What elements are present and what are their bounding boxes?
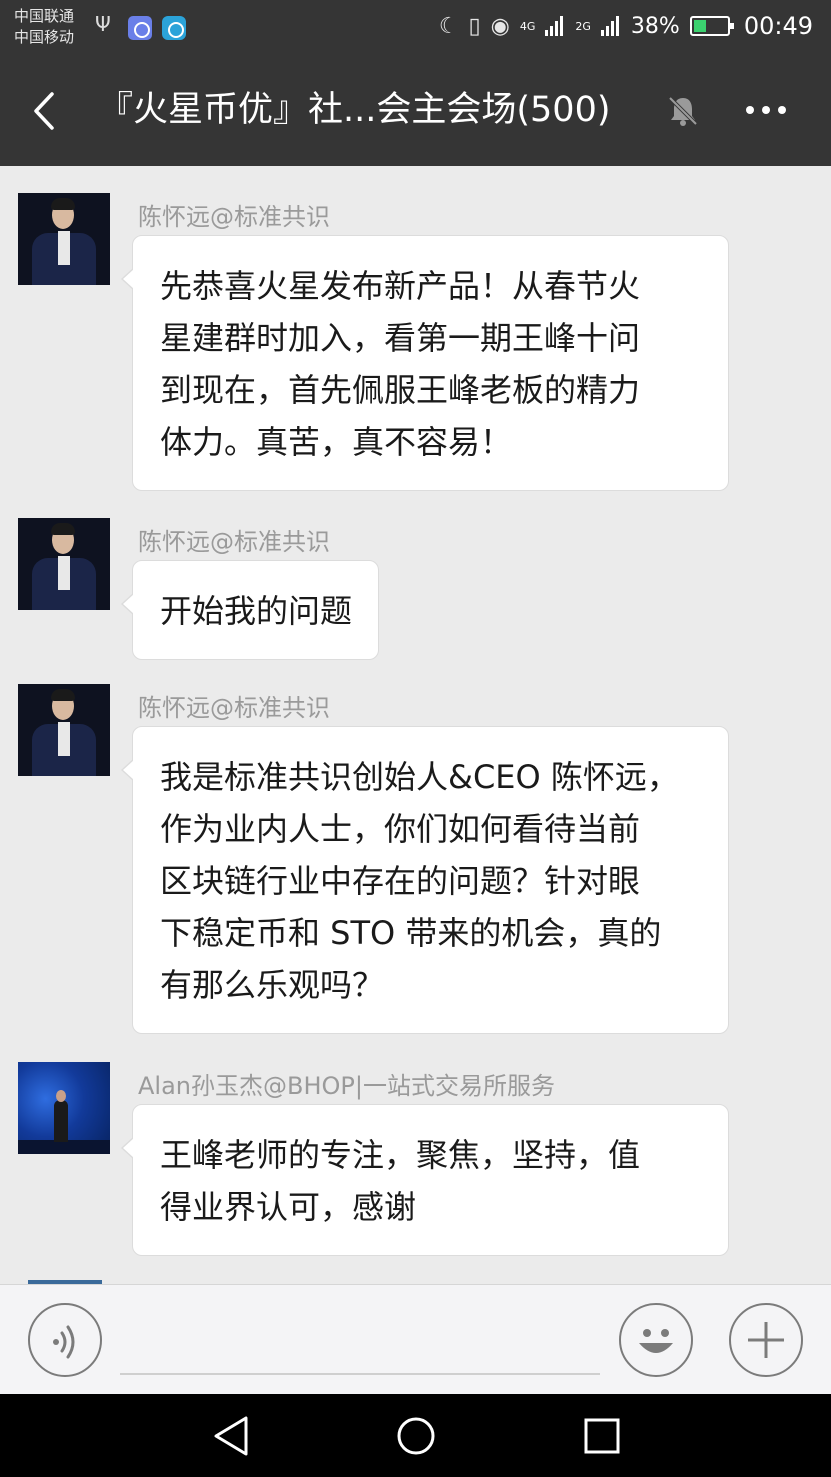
message-line: 下稳定币和 STO 带来的机会，真的 [160, 914, 662, 952]
more-functions-button[interactable] [729, 1303, 803, 1377]
message-bubble[interactable]: 先恭喜火星发布新产品！从春节火 星建群时加入，看第一期王峰十问 到现在，首先佩服… [121, 235, 729, 491]
avatar[interactable] [18, 518, 110, 610]
status-bar: 中国联通 中国移动 Ψ ☾ ▯ ◉ 4G 2G 38% 00:49 [0, 0, 831, 56]
message-line: 有那么乐观吗？ [160, 966, 385, 1004]
moon-icon: ☾ [438, 13, 459, 39]
input-bar [0, 1284, 831, 1394]
network-2-label: 2G [575, 19, 591, 33]
message-line: 到现在，首先佩服王峰老板的精力 [160, 371, 641, 409]
status-right: ☾ ▯ ◉ 4G 2G 38% 00:49 [439, 12, 813, 40]
sender-name: 陈怀远@标准共识 [138, 694, 330, 722]
message-bubble[interactable]: 我是标准共识创始人&CEO 陈怀远， 作为业内人士，你们如何看待当前 区块链行业… [121, 726, 729, 1034]
baidu-app-icon [128, 16, 152, 40]
message-line: 王峰老师的专注，聚焦，坚持，值 [160, 1136, 641, 1174]
plus-icon [748, 1322, 784, 1358]
nav-home-icon[interactable] [396, 1414, 436, 1458]
browser-app-icon [162, 16, 186, 40]
battery-icon [689, 16, 734, 36]
sender-name: Alan孙玉杰@BHOP|一站式交易所服务 [138, 1072, 555, 1100]
back-icon[interactable] [30, 92, 58, 130]
message-line: 得业界认可，感谢 [160, 1188, 417, 1226]
message-input[interactable] [120, 1373, 600, 1375]
message-list[interactable]: 陈怀远@标准共识 先恭喜火星发布新产品！从春节火 星建群时加入，看第一期王峰十问… [0, 166, 831, 1284]
avatar[interactable] [18, 684, 110, 776]
avatar[interactable] [18, 193, 110, 285]
nav-back-icon[interactable] [212, 1414, 252, 1458]
battery-percent: 38% [630, 13, 680, 39]
sender-name: 陈怀远@标准共识 [138, 203, 330, 231]
message-line: 先恭喜火星发布新产品！从春节火 [160, 267, 641, 305]
avatar[interactable] [18, 1062, 110, 1154]
carrier-2: 中国移动 [14, 28, 75, 46]
message-line: 区块链行业中存在的问题？针对眼 [160, 862, 641, 900]
network-1-label: 4G [519, 19, 536, 33]
clock: 00:49 [743, 12, 813, 40]
mute-icon [668, 96, 698, 126]
message-bubble[interactable]: 开始我的问题 [120, 560, 380, 660]
usb-icon: Ψ [95, 12, 111, 36]
emoji-button[interactable] [619, 1303, 693, 1377]
carrier-1: 中国联通 [14, 7, 75, 25]
eye-icon: ◉ [490, 13, 510, 39]
chat-header: 『火星币优』社...会主会场(500) [0, 56, 831, 166]
system-nav-bar [0, 1394, 831, 1477]
vibrate-icon: ▯ [468, 13, 481, 39]
sender-name: 陈怀远@标准共识 [138, 528, 330, 556]
chat-title: 『火星币优』社...会主会场(500) [98, 90, 611, 130]
message-line: 开始我的问题 [160, 592, 353, 630]
message-bubble[interactable]: 王峰老师的专注，聚焦，坚持，值 得业界认可，感谢 [121, 1104, 729, 1256]
emoji-icon [639, 1329, 673, 1353]
message-line: 作为业内人士，你们如何看待当前 [160, 810, 641, 848]
carrier-labels: 中国联通 中国移动 [14, 6, 74, 48]
voice-button[interactable] [28, 1303, 102, 1377]
voice-icon [53, 1325, 75, 1359]
message-line: 体力。真苦，真不容易！ [160, 423, 513, 461]
message-line: 我是标准共识创始人&CEO 陈怀远， [160, 758, 679, 796]
nav-recent-icon[interactable] [582, 1414, 622, 1458]
signal-2-icon [600, 16, 619, 36]
signal-1-icon [545, 16, 564, 36]
more-icon[interactable] [744, 100, 788, 120]
message-line: 星建群时加入，看第一期王峰十问 [160, 319, 641, 357]
